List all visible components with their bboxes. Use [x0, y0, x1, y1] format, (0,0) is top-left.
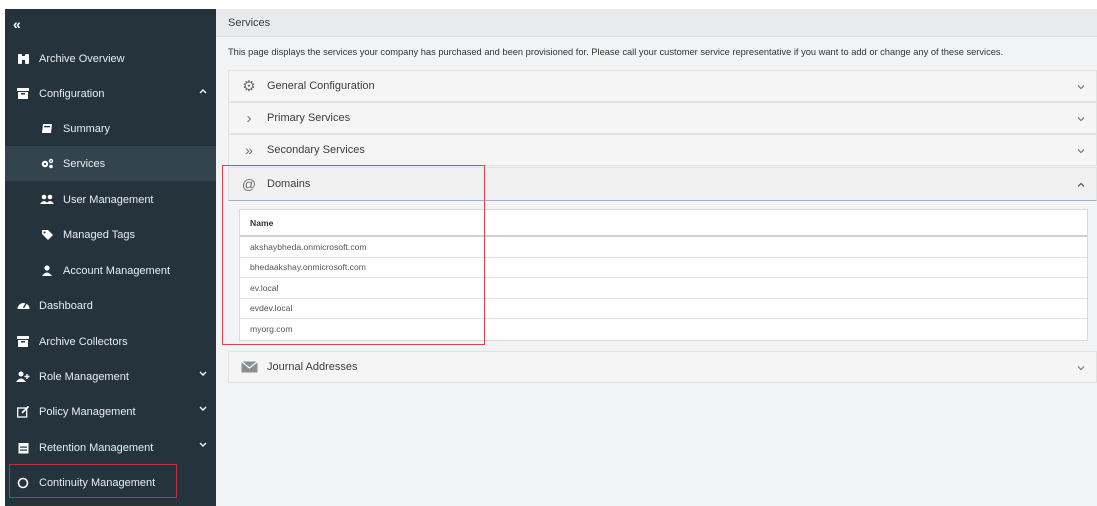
page-description: This page displays the services your com…	[228, 47, 1004, 57]
cogs-icon	[39, 158, 55, 169]
users-icon	[39, 194, 55, 205]
sidebar-item-label: Archive Overview	[39, 52, 125, 65]
sidebar-item-label: Services	[63, 157, 106, 170]
panel-general-configuration[interactable]: ⚙ General Configuration	[228, 70, 1097, 102]
sidebar-item-summary[interactable]: Summary	[5, 111, 216, 146]
envelope-icon	[239, 361, 259, 373]
chevron-down-icon	[1077, 149, 1085, 154]
chevron-down-icon	[199, 406, 207, 411]
sidebar-item-label: Dashboard	[39, 299, 93, 312]
sidebar-item-label: Configuration	[39, 87, 105, 100]
sidebar-item-policy-management[interactable]: Policy Management	[5, 394, 216, 429]
double-chevron-right-icon: »	[245, 142, 253, 158]
sidebar-item-label: Role Management	[39, 370, 129, 383]
binoculars-icon	[15, 53, 31, 65]
panel-label: Journal Addresses	[267, 361, 358, 373]
panel-label: General Configuration	[267, 80, 375, 92]
chevron-right-icon: ›	[246, 109, 252, 127]
collapse-sidebar-button[interactable]: «	[13, 16, 21, 32]
sidebar-item-label: Account Management	[63, 264, 171, 277]
continuity-highlight-box	[9, 464, 177, 498]
chevron-down-icon	[1077, 366, 1085, 371]
archive-box-icon	[15, 88, 31, 99]
chevron-up-icon	[1077, 182, 1085, 187]
sidebar-item-managed-tags[interactable]: Managed Tags	[5, 217, 216, 252]
sidebar-item-user-management[interactable]: User Management	[5, 182, 216, 217]
tag-icon	[39, 229, 55, 240]
sidebar: « Archive Overview Configuration Summary	[5, 9, 216, 506]
sidebar-item-label: User Management	[63, 193, 154, 206]
sidebar-item-label: Archive Collectors	[39, 335, 128, 348]
sidebar-item-label: Retention Management	[39, 441, 154, 454]
panel-journal-addresses[interactable]: Journal Addresses	[228, 351, 1097, 383]
sidebar-item-configuration[interactable]: Configuration	[5, 76, 216, 111]
user-icon	[39, 265, 55, 276]
sidebar-item-label: Managed Tags	[63, 228, 135, 241]
sidebar-item-role-management[interactable]: Role Management	[5, 359, 216, 394]
sidebar-item-services[interactable]: Services	[5, 146, 216, 181]
gear-icon: ⚙	[242, 78, 256, 95]
panel-label: Secondary Services	[267, 144, 365, 156]
panel-primary-services[interactable]: › Primary Services	[228, 102, 1097, 134]
sidebar-item-account-management[interactable]: Account Management	[5, 253, 216, 288]
dashboard-icon	[15, 300, 31, 311]
chevron-down-icon	[1077, 85, 1085, 90]
sidebar-item-label: Summary	[63, 122, 111, 135]
page-title: Services	[216, 9, 1097, 37]
chevron-down-icon	[1077, 117, 1085, 122]
chevron-up-icon	[199, 89, 207, 94]
chevron-down-icon	[199, 442, 207, 447]
panel-label: Primary Services	[267, 112, 351, 124]
panel-secondary-services[interactable]: » Secondary Services	[228, 134, 1097, 166]
calendar-icon	[15, 442, 31, 454]
sidebar-item-retention-management[interactable]: Retention Management	[5, 430, 216, 465]
sidebar-item-label: Policy Management	[39, 405, 136, 418]
edit-icon	[15, 405, 31, 418]
sidebar-item-archive-collectors[interactable]: Archive Collectors	[5, 324, 216, 359]
sidebar-item-archive-overview[interactable]: Archive Overview	[5, 41, 216, 76]
domains-highlight-box	[222, 165, 485, 345]
book-icon	[39, 123, 55, 134]
archive-box-icon	[15, 336, 31, 347]
chevron-down-icon	[199, 371, 207, 376]
sidebar-item-dashboard[interactable]: Dashboard	[5, 288, 216, 323]
app-window: « Archive Overview Configuration Summary	[5, 9, 1097, 506]
user-plus-icon	[15, 371, 31, 382]
